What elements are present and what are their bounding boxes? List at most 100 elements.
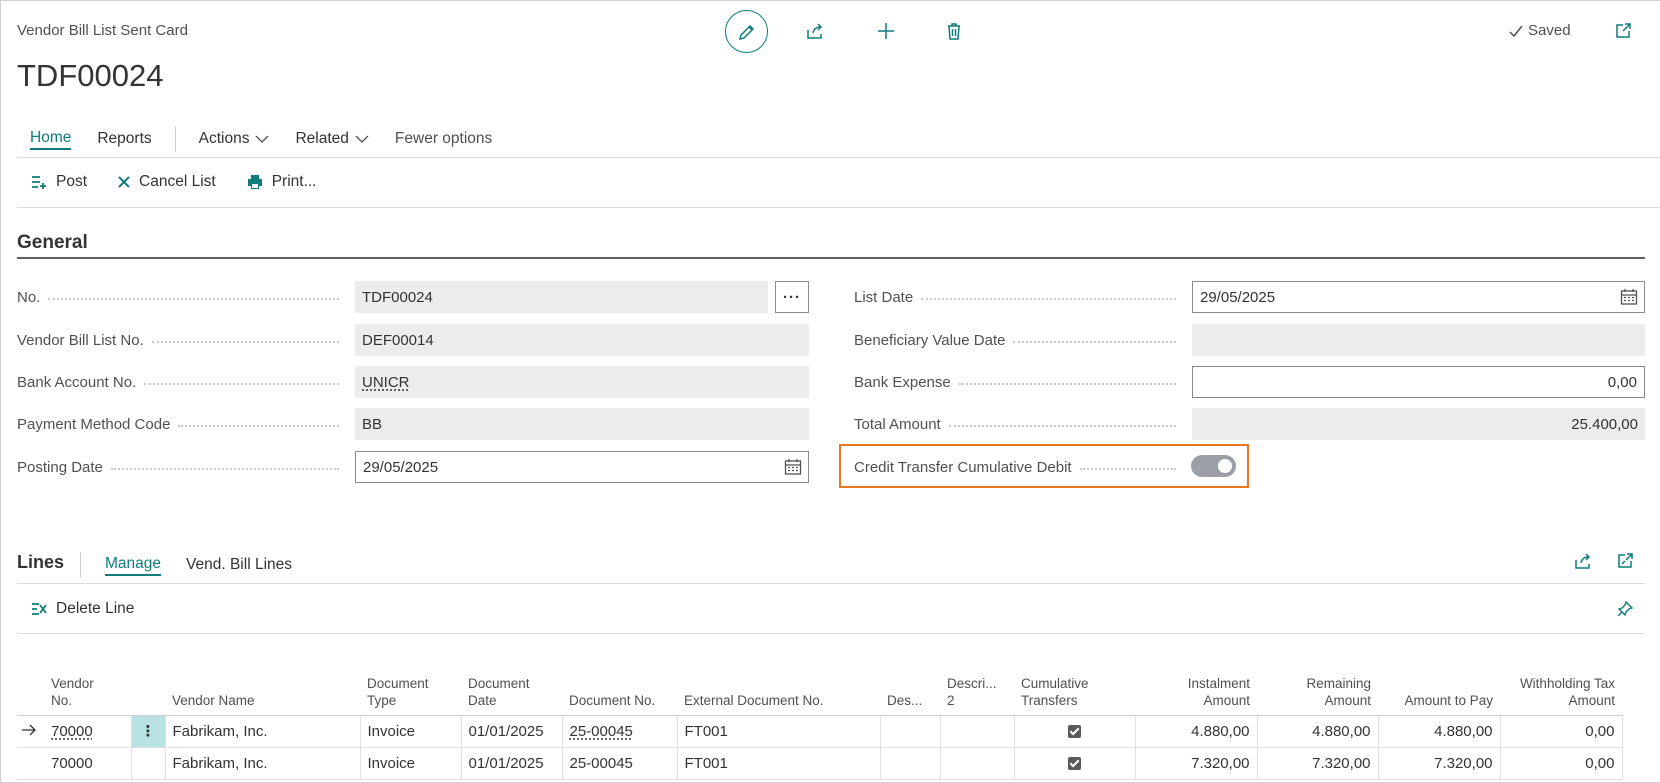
col-document-no[interactable]: Document No.: [562, 663, 677, 716]
tab-reports[interactable]: Reports: [84, 128, 164, 150]
posting-date-value: 29/05/2025: [363, 458, 439, 476]
cell-document-no[interactable]: 25-00045: [562, 747, 678, 780]
cell-document-no[interactable]: 25-00045: [562, 715, 678, 748]
row-selector[interactable]: [17, 747, 44, 780]
tab-fewer-options[interactable]: Fewer options: [382, 128, 505, 150]
cell-description[interactable]: [880, 715, 941, 748]
col-remaining-amount[interactable]: Remaining Amount: [1257, 663, 1378, 716]
cell-withholding-tax-amount[interactable]: 0,00: [1500, 715, 1623, 748]
no-label: No.: [17, 281, 347, 313]
cell-cumulative-transfers[interactable]: [1014, 715, 1136, 748]
share-icon: [1575, 553, 1591, 569]
pencil-icon: [738, 24, 754, 40]
row-arrow-icon: [17, 715, 44, 748]
bank-account-no-value[interactable]: UNICR: [362, 374, 410, 391]
bank-account-no-field[interactable]: UNICR: [355, 366, 809, 398]
col-vendor-no[interactable]: Vendor No.: [44, 663, 131, 716]
cell-description-2[interactable]: [940, 747, 1015, 780]
cell-cumulative-transfers[interactable]: [1014, 747, 1136, 780]
beneficiary-value-date-field[interactable]: [1192, 324, 1645, 356]
beneficiary-value-date-label: Beneficiary Value Date: [854, 324, 1184, 356]
cell-document-date[interactable]: 01/01/2025: [461, 747, 563, 780]
checkbox-checked[interactable]: [1068, 757, 1081, 771]
table-row[interactable]: 70000 ⋮ Fabrikam, Inc. Invoice 01/01/202…: [17, 715, 1623, 748]
col-arrow: [17, 663, 44, 716]
payment-method-code-field[interactable]: BB: [355, 408, 809, 440]
cell-external-document-no[interactable]: FT001: [677, 747, 881, 780]
printer-icon: [247, 175, 262, 189]
tab-vend-bill-lines[interactable]: Vend. Bill Lines: [173, 554, 305, 576]
edit-button[interactable]: [725, 10, 768, 53]
checkbox-checked[interactable]: [1068, 725, 1081, 739]
calendar-icon[interactable]: [784, 458, 802, 476]
delete-line-button[interactable]: Delete Line: [30, 600, 134, 618]
lines-tabs: Manage Vend. Bill Lines: [80, 552, 305, 578]
col-document-date[interactable]: Document Date: [461, 663, 562, 716]
no-field[interactable]: TDF00024: [355, 281, 768, 313]
cell-remaining-amount[interactable]: 7.320,00: [1257, 747, 1379, 780]
expand-icon: [1618, 553, 1633, 568]
lines-expand-button[interactable]: [1610, 546, 1640, 576]
share-icon: [807, 23, 823, 39]
lines-table: Vendor No. Vendor Name Document Type Docum…: [17, 663, 1623, 780]
tab-actions[interactable]: Actions: [186, 128, 283, 150]
tab-related-label: Related: [295, 130, 349, 147]
total-amount-field[interactable]: 25.400,00: [1192, 408, 1645, 440]
table-row[interactable]: 70000 Fabrikam, Inc. Invoice 01/01/2025 …: [17, 747, 1623, 780]
payment-method-code-label: Payment Method Code: [17, 408, 347, 440]
cell-document-type[interactable]: Invoice: [360, 715, 462, 748]
cancel-list-label: Cancel List: [139, 173, 216, 190]
cell-amount-to-pay[interactable]: 7.320,00: [1378, 747, 1501, 780]
cell-description-2[interactable]: [940, 715, 1015, 748]
cell-withholding-tax-amount[interactable]: 0,00: [1500, 747, 1623, 780]
vendor-bill-list-no-field[interactable]: DEF00014: [355, 324, 809, 356]
lines-pin-button[interactable]: [1610, 594, 1640, 624]
cell-vendor-no[interactable]: 70000: [44, 747, 132, 780]
col-cumulative-transfers[interactable]: Cumulative Transfers: [1014, 663, 1135, 716]
no-lookup-button[interactable]: ···: [775, 281, 809, 313]
cell-vendor-name[interactable]: Fabrikam, Inc.: [165, 747, 361, 780]
delete-button[interactable]: [939, 16, 969, 46]
plus-icon: [878, 23, 894, 39]
cell-document-type[interactable]: Invoice: [360, 747, 462, 780]
saved-status: Saved: [1508, 22, 1571, 39]
cell-instalment-amount[interactable]: 7.320,00: [1135, 747, 1258, 780]
list-date-field[interactable]: 29/05/2025: [1192, 281, 1645, 313]
row-menu-button[interactable]: ⋮: [131, 715, 166, 748]
tab-home[interactable]: Home: [30, 128, 72, 150]
post-button[interactable]: Post: [30, 173, 87, 191]
col-vendor-name[interactable]: Vendor Name: [165, 663, 360, 716]
cell-description[interactable]: [880, 747, 941, 780]
row-menu-cell[interactable]: [131, 747, 166, 780]
cell-remaining-amount[interactable]: 4.880,00: [1257, 715, 1379, 748]
calendar-icon[interactable]: [1620, 288, 1638, 306]
col-description-2[interactable]: Descri... 2: [940, 663, 1014, 716]
bank-expense-field[interactable]: 0,00: [1192, 366, 1645, 398]
col-withholding-tax-amount[interactable]: Withholding Tax Amount: [1500, 663, 1622, 716]
tab-manage[interactable]: Manage: [105, 554, 162, 576]
cell-amount-to-pay[interactable]: 4.880,00: [1378, 715, 1501, 748]
col-document-type[interactable]: Document Type: [360, 663, 461, 716]
posting-date-field[interactable]: 29/05/2025: [355, 451, 809, 483]
cell-document-date[interactable]: 01/01/2025: [461, 715, 563, 748]
cell-external-document-no[interactable]: FT001: [677, 715, 881, 748]
general-section-line: [17, 257, 1645, 259]
posting-date-label: Posting Date: [17, 451, 347, 483]
cell-vendor-no[interactable]: 70000: [44, 715, 132, 748]
tab-related[interactable]: Related: [282, 128, 381, 150]
toggle-knob: [1218, 459, 1232, 473]
cell-instalment-amount[interactable]: 4.880,00: [1135, 715, 1258, 748]
col-amount-to-pay[interactable]: Amount to Pay: [1378, 663, 1500, 716]
share-button[interactable]: [800, 16, 830, 46]
col-instalment-amount[interactable]: Instalment Amount: [1135, 663, 1257, 716]
print-label: Print...: [271, 173, 317, 190]
lines-share-button[interactable]: [1568, 546, 1598, 576]
print-button[interactable]: Print...: [246, 173, 317, 191]
cancel-list-button[interactable]: Cancel List: [117, 173, 216, 191]
col-description[interactable]: Des...: [880, 663, 940, 716]
col-external-document-no[interactable]: External Document No.: [677, 663, 880, 716]
cell-vendor-name[interactable]: Fabrikam, Inc.: [165, 715, 361, 748]
new-button[interactable]: [871, 16, 901, 46]
open-new-window-button[interactable]: [1608, 16, 1638, 46]
credit-transfer-cumulative-debit-toggle[interactable]: [1191, 455, 1236, 477]
